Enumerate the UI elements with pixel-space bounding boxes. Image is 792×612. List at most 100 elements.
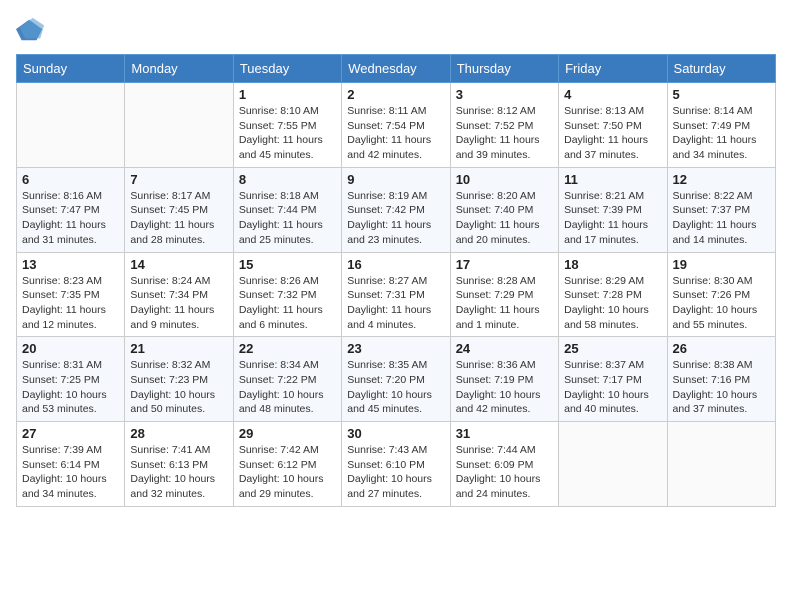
day-number: 29 [239, 426, 336, 441]
calendar-week-row: 6 Sunrise: 8:16 AM Sunset: 7:47 PM Daylig… [17, 167, 776, 252]
calendar-cell: 6 Sunrise: 8:16 AM Sunset: 7:47 PM Daylig… [17, 167, 125, 252]
day-info: Sunrise: 8:28 AM Sunset: 7:29 PM Dayligh… [456, 274, 553, 333]
day-number: 24 [456, 341, 553, 356]
day-info: Sunrise: 8:35 AM Sunset: 7:20 PM Dayligh… [347, 358, 444, 417]
day-info: Sunrise: 8:24 AM Sunset: 7:34 PM Dayligh… [130, 274, 227, 333]
header-cell-saturday: Saturday [667, 55, 775, 83]
day-number: 1 [239, 87, 336, 102]
day-number: 25 [564, 341, 661, 356]
day-info: Sunrise: 7:39 AM Sunset: 6:14 PM Dayligh… [22, 443, 119, 502]
calendar-cell: 26 Sunrise: 8:38 AM Sunset: 7:16 PM Dayli… [667, 337, 775, 422]
calendar-cell: 20 Sunrise: 8:31 AM Sunset: 7:25 PM Dayli… [17, 337, 125, 422]
day-info: Sunrise: 7:42 AM Sunset: 6:12 PM Dayligh… [239, 443, 336, 502]
day-number: 14 [130, 257, 227, 272]
day-info: Sunrise: 8:32 AM Sunset: 7:23 PM Dayligh… [130, 358, 227, 417]
day-number: 17 [456, 257, 553, 272]
day-number: 8 [239, 172, 336, 187]
calendar-cell: 30 Sunrise: 7:43 AM Sunset: 6:10 PM Dayli… [342, 422, 450, 507]
day-number: 26 [673, 341, 770, 356]
day-number: 23 [347, 341, 444, 356]
day-number: 11 [564, 172, 661, 187]
calendar-cell: 16 Sunrise: 8:27 AM Sunset: 7:31 PM Dayli… [342, 252, 450, 337]
calendar-cell: 10 Sunrise: 8:20 AM Sunset: 7:40 PM Dayli… [450, 167, 558, 252]
logo [16, 16, 48, 44]
day-number: 18 [564, 257, 661, 272]
header-cell-tuesday: Tuesday [233, 55, 341, 83]
calendar-cell: 23 Sunrise: 8:35 AM Sunset: 7:20 PM Dayli… [342, 337, 450, 422]
calendar-cell: 29 Sunrise: 7:42 AM Sunset: 6:12 PM Dayli… [233, 422, 341, 507]
day-info: Sunrise: 8:21 AM Sunset: 7:39 PM Dayligh… [564, 189, 661, 248]
day-info: Sunrise: 8:36 AM Sunset: 7:19 PM Dayligh… [456, 358, 553, 417]
calendar-cell: 13 Sunrise: 8:23 AM Sunset: 7:35 PM Dayli… [17, 252, 125, 337]
header-cell-monday: Monday [125, 55, 233, 83]
calendar-week-row: 1 Sunrise: 8:10 AM Sunset: 7:55 PM Daylig… [17, 83, 776, 168]
day-info: Sunrise: 8:27 AM Sunset: 7:31 PM Dayligh… [347, 274, 444, 333]
calendar-cell: 2 Sunrise: 8:11 AM Sunset: 7:54 PM Daylig… [342, 83, 450, 168]
calendar-cell: 14 Sunrise: 8:24 AM Sunset: 7:34 PM Dayli… [125, 252, 233, 337]
day-number: 28 [130, 426, 227, 441]
calendar-cell: 8 Sunrise: 8:18 AM Sunset: 7:44 PM Daylig… [233, 167, 341, 252]
calendar-cell: 3 Sunrise: 8:12 AM Sunset: 7:52 PM Daylig… [450, 83, 558, 168]
day-number: 31 [456, 426, 553, 441]
day-info: Sunrise: 8:20 AM Sunset: 7:40 PM Dayligh… [456, 189, 553, 248]
day-info: Sunrise: 8:31 AM Sunset: 7:25 PM Dayligh… [22, 358, 119, 417]
day-info: Sunrise: 8:26 AM Sunset: 7:32 PM Dayligh… [239, 274, 336, 333]
day-number: 10 [456, 172, 553, 187]
day-info: Sunrise: 7:43 AM Sunset: 6:10 PM Dayligh… [347, 443, 444, 502]
day-info: Sunrise: 8:23 AM Sunset: 7:35 PM Dayligh… [22, 274, 119, 333]
calendar-cell [667, 422, 775, 507]
calendar-cell: 9 Sunrise: 8:19 AM Sunset: 7:42 PM Daylig… [342, 167, 450, 252]
day-info: Sunrise: 8:18 AM Sunset: 7:44 PM Dayligh… [239, 189, 336, 248]
calendar-cell: 15 Sunrise: 8:26 AM Sunset: 7:32 PM Dayli… [233, 252, 341, 337]
day-info: Sunrise: 8:34 AM Sunset: 7:22 PM Dayligh… [239, 358, 336, 417]
calendar-week-row: 13 Sunrise: 8:23 AM Sunset: 7:35 PM Dayli… [17, 252, 776, 337]
day-info: Sunrise: 8:12 AM Sunset: 7:52 PM Dayligh… [456, 104, 553, 163]
calendar-cell: 22 Sunrise: 8:34 AM Sunset: 7:22 PM Dayli… [233, 337, 341, 422]
day-info: Sunrise: 8:30 AM Sunset: 7:26 PM Dayligh… [673, 274, 770, 333]
day-info: Sunrise: 7:41 AM Sunset: 6:13 PM Dayligh… [130, 443, 227, 502]
day-info: Sunrise: 8:16 AM Sunset: 7:47 PM Dayligh… [22, 189, 119, 248]
header-cell-friday: Friday [559, 55, 667, 83]
day-number: 12 [673, 172, 770, 187]
day-info: Sunrise: 8:11 AM Sunset: 7:54 PM Dayligh… [347, 104, 444, 163]
day-number: 3 [456, 87, 553, 102]
calendar-cell: 19 Sunrise: 8:30 AM Sunset: 7:26 PM Dayli… [667, 252, 775, 337]
day-number: 16 [347, 257, 444, 272]
day-info: Sunrise: 8:29 AM Sunset: 7:28 PM Dayligh… [564, 274, 661, 333]
day-info: Sunrise: 8:19 AM Sunset: 7:42 PM Dayligh… [347, 189, 444, 248]
day-number: 4 [564, 87, 661, 102]
calendar-table: SundayMondayTuesdayWednesdayThursdayFrid… [16, 54, 776, 507]
calendar-week-row: 27Sunrise: 7:39 AM Sunset: 6:14 PM Dayli… [17, 422, 776, 507]
day-info: Sunrise: 8:38 AM Sunset: 7:16 PM Dayligh… [673, 358, 770, 417]
day-number: 21 [130, 341, 227, 356]
calendar-cell: 21 Sunrise: 8:32 AM Sunset: 7:23 PM Dayli… [125, 337, 233, 422]
calendar-cell: 28 Sunrise: 7:41 AM Sunset: 6:13 PM Dayli… [125, 422, 233, 507]
day-number: 19 [673, 257, 770, 272]
logo-icon [16, 16, 44, 44]
calendar-cell: 1 Sunrise: 8:10 AM Sunset: 7:55 PM Daylig… [233, 83, 341, 168]
day-number: 30 [347, 426, 444, 441]
day-number: 22 [239, 341, 336, 356]
day-number: 9 [347, 172, 444, 187]
day-number: 13 [22, 257, 119, 272]
calendar-cell: 4Sunrise: 8:13 AM Sunset: 7:50 PM Daylig… [559, 83, 667, 168]
calendar-cell [559, 422, 667, 507]
calendar-cell: 12Sunrise: 8:22 AM Sunset: 7:37 PM Dayli… [667, 167, 775, 252]
calendar-cell: 5Sunrise: 8:14 AM Sunset: 7:49 PM Daylig… [667, 83, 775, 168]
calendar-cell: 27Sunrise: 7:39 AM Sunset: 6:14 PM Dayli… [17, 422, 125, 507]
day-number: 7 [130, 172, 227, 187]
calendar-cell: 18 Sunrise: 8:29 AM Sunset: 7:28 PM Dayli… [559, 252, 667, 337]
day-info: Sunrise: 8:17 AM Sunset: 7:45 PM Dayligh… [130, 189, 227, 248]
calendar-header-row: SundayMondayTuesdayWednesdayThursdayFrid… [17, 55, 776, 83]
calendar-cell: 25Sunrise: 8:37 AM Sunset: 7:17 PM Dayli… [559, 337, 667, 422]
header-cell-sunday: Sunday [17, 55, 125, 83]
day-info: Sunrise: 8:10 AM Sunset: 7:55 PM Dayligh… [239, 104, 336, 163]
calendar-cell: 17 Sunrise: 8:28 AM Sunset: 7:29 PM Dayli… [450, 252, 558, 337]
day-number: 5 [673, 87, 770, 102]
day-number: 6 [22, 172, 119, 187]
day-number: 20 [22, 341, 119, 356]
header [16, 16, 776, 44]
day-number: 15 [239, 257, 336, 272]
day-number: 2 [347, 87, 444, 102]
calendar-cell: 7 Sunrise: 8:17 AM Sunset: 7:45 PM Daylig… [125, 167, 233, 252]
